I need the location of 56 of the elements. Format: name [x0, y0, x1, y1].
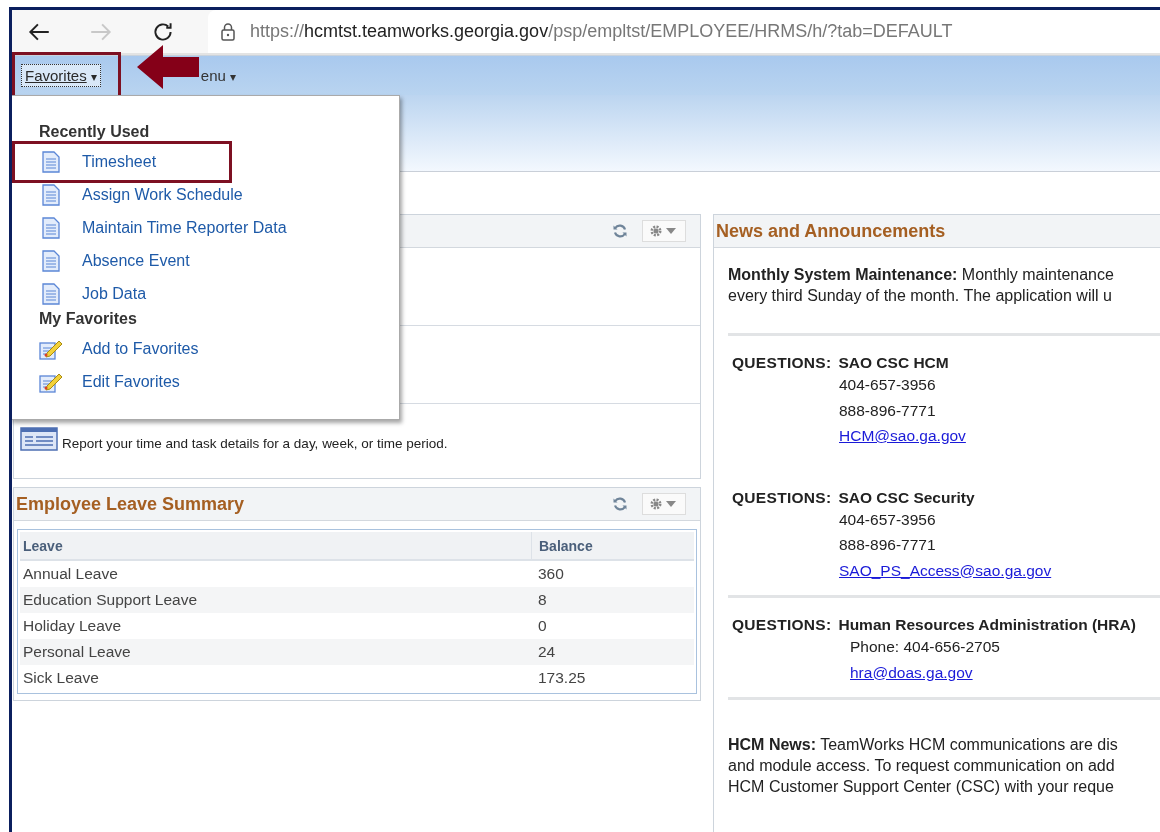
menu-item[interactable]: Assign Work Schedule [82, 185, 243, 204]
menu-section-heading: Recently Used [39, 123, 151, 142]
email-link[interactable]: HCM@sao.ga.gov [839, 423, 966, 449]
table-cell-text: 0 [537, 617, 547, 635]
table-cell-text: 173.25 [537, 669, 586, 687]
announcement-text: Monthly System Maintenance: Monthly maintenance every third Sunday of the month. The application will u [728, 265, 1115, 306]
table-cell-text: Education Support Leave [22, 591, 199, 609]
menu-item[interactable]: Timesheet [82, 152, 157, 171]
gear-icon [649, 224, 679, 238]
settings-button[interactable] [642, 493, 686, 515]
contact-phone: 404-657-3956 [839, 509, 936, 530]
table-cell-text: Sick Leave [22, 669, 100, 687]
menu-item[interactable]: Edit Favorites [82, 372, 180, 391]
contact-phone: Phone: 404-656-2705 [850, 637, 1000, 657]
gear-icon [649, 497, 679, 511]
pagelet-description: Report your time and task details for a day, week, or time period. [62, 436, 448, 451]
menu-item[interactable]: Maintain Time Reporter Data [82, 218, 287, 237]
contact-phone: 888-896-7771 [839, 535, 936, 555]
table-cell-text: 24 [537, 643, 556, 661]
main-menu-button[interactable]: enu ▾ [200, 67, 237, 84]
contact-name: SAO CSC Security [838, 488, 975, 507]
lock-icon [220, 21, 236, 42]
menu-item[interactable]: Add to Favorites [82, 339, 199, 358]
announcement-text: HCM News: TeamWorks HCM communications are dis and module access. To request communication on add HCM Customer Support Center (CSC) with your reque [728, 735, 1119, 797]
column-header: Balance [538, 536, 593, 556]
address-bar[interactable]: https://hcmtst.teamworks.georgia.gov/psp/empltst/EMPLOYEE/HRMS/h/?tab=DEFAULT [208, 10, 1160, 53]
table-cell-text: Annual Leave [22, 565, 119, 583]
menu-section-heading: My Favorites [39, 310, 138, 329]
contact-phone: 888-896-7771 [839, 400, 936, 421]
contact-phone: 404-657-3956 [839, 375, 936, 395]
pagelet-title: Employee Leave Summary [16, 493, 246, 515]
column-header: Leave [20, 532, 532, 559]
contact-name: SAO CSC HCM [838, 354, 949, 372]
table-cell-text: 360 [537, 565, 564, 583]
table-cell-text: Personal Leave [22, 643, 132, 661]
document-icon [39, 216, 63, 239]
questions-label: QUESTIONS: [732, 488, 832, 507]
questions-label: QUESTIONS: [732, 616, 832, 634]
contact-name: Human Resources Administration (HRA) [838, 616, 1136, 634]
questions-label: QUESTIONS: [732, 354, 832, 372]
menu-item[interactable]: Absence Event [82, 251, 190, 270]
menu-item[interactable]: Job Data [82, 284, 147, 303]
document-icon [39, 282, 63, 305]
timesheet-icon [20, 427, 58, 451]
document-icon [39, 249, 63, 272]
settings-button[interactable] [642, 220, 686, 242]
table-cell-text: Holiday Leave [22, 617, 123, 635]
document-icon [39, 150, 63, 173]
email-link[interactable]: hra@doas.ga.gov [850, 659, 973, 685]
refresh-icon[interactable] [612, 223, 628, 239]
document-icon [39, 183, 63, 206]
table-cell-text: 8 [537, 591, 547, 609]
favorites-menu-button[interactable]: Favorites ▾ [21, 64, 101, 87]
email-link[interactable]: SAO_PS_Access@sao.ga.gov [839, 557, 1052, 583]
refresh-icon[interactable] [612, 496, 628, 512]
pagelet-title: News and Announcements [716, 220, 947, 242]
